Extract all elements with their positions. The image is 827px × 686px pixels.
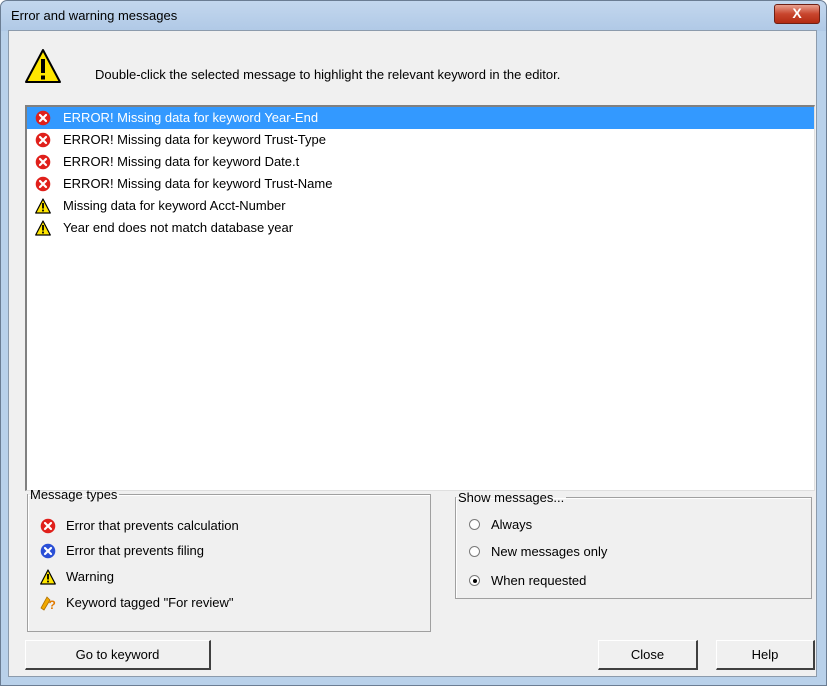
legend-item-filing-error: Error that prevents filing (40, 542, 204, 560)
list-item[interactable]: ERROR! Missing data for keyword Trust-Ty… (27, 129, 814, 151)
legend-label: Error that prevents filing (66, 543, 205, 558)
message-types-legend: Message types (30, 487, 118, 502)
radio-button[interactable] (469, 575, 480, 586)
error-icon (35, 176, 51, 192)
list-item[interactable]: ERROR! Missing data for keyword Date.t (27, 151, 814, 173)
list-item[interactable]: ERROR! Missing data for keyword Year-End (27, 107, 814, 129)
warning-icon (25, 49, 61, 83)
instruction-text: Double-click the selected message to hig… (95, 67, 561, 82)
legend-label: Warning (66, 569, 114, 584)
radio-new-messages-only[interactable]: New messages only (469, 543, 607, 561)
error-icon (40, 518, 56, 534)
window-title: Error and warning messages (11, 8, 178, 23)
go-to-keyword-button[interactable]: Go to keyword (25, 640, 211, 670)
legend-item-warning: Warning (40, 568, 114, 586)
legend-label: Keyword tagged "For review" (66, 595, 234, 610)
list-item[interactable]: Year end does not match database year (27, 217, 814, 239)
radio-when-requested[interactable]: When requested (469, 572, 586, 590)
warning-icon (40, 569, 56, 585)
legend-item-review: ? Keyword tagged "For review" (40, 594, 233, 612)
help-button[interactable]: Help (716, 640, 815, 670)
error-icon (35, 154, 51, 170)
error-icon (35, 132, 51, 148)
message-text: ERROR! Missing data for keyword Date.t (63, 154, 300, 169)
radio-always[interactable]: Always (469, 516, 532, 534)
message-text: ERROR! Missing data for keyword Trust-Ty… (63, 132, 326, 147)
svg-text:?: ? (49, 598, 56, 611)
message-text: Year end does not match database year (63, 220, 294, 235)
filing-error-icon (40, 543, 56, 559)
title-bar[interactable]: Error and warning messages X (1, 1, 826, 31)
legend-label: Error that prevents calculation (66, 518, 239, 533)
message-text: ERROR! Missing data for keyword Year-End (63, 110, 319, 125)
radio-label: When requested (491, 573, 587, 588)
error-icon (35, 110, 51, 126)
radio-label: New messages only (491, 544, 608, 559)
list-item[interactable]: ERROR! Missing data for keyword Trust-Na… (27, 173, 814, 195)
message-text: Missing data for keyword Acct-Number (63, 198, 286, 213)
list-item[interactable]: Missing data for keyword Acct-Number (27, 195, 814, 217)
radio-button[interactable] (469, 519, 480, 530)
warning-icon (35, 198, 51, 214)
radio-label: Always (491, 517, 533, 532)
show-messages-legend: Show messages... (458, 490, 565, 505)
warning-icon (35, 220, 51, 236)
close-button[interactable]: Close (598, 640, 698, 670)
review-tag-icon: ? (40, 596, 56, 611)
close-window-button[interactable]: X (774, 4, 820, 24)
message-list[interactable]: ERROR! Missing data for keyword Year-End… (25, 105, 815, 491)
message-text: ERROR! Missing data for keyword Trust-Na… (63, 176, 333, 191)
legend-item-calc-error: Error that prevents calculation (40, 517, 239, 535)
radio-button[interactable] (469, 546, 480, 557)
